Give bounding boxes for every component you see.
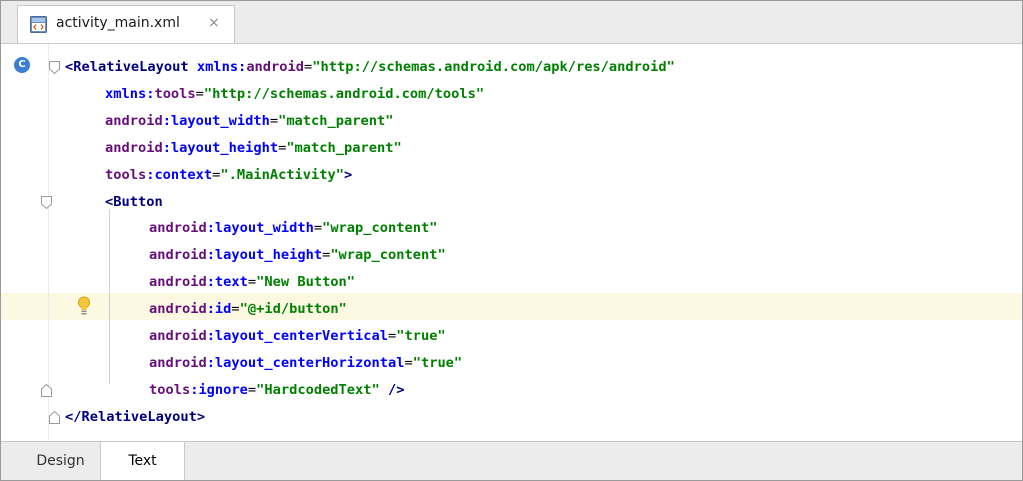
code-token: tools [105,166,147,183]
editor-window: activity_main.xml × C <RelativeLayout xm… [0,0,1023,481]
code-token: "wrap_content" [330,247,446,264]
code-line: xmlns:tools="http://schemas.android.com/… [105,81,484,108]
file-tab[interactable]: activity_main.xml × [17,5,235,43]
code-line: android:layout_centerVertical="true" [149,323,446,350]
code-token: "true" [396,328,446,344]
code-token: android [246,59,304,75]
code-token: android [149,274,207,291]
code-token: = [387,328,397,344]
code-token: "New Button" [256,274,356,291]
code-line: android:layout_width="wrap_content" [149,215,437,242]
code-token: :text [206,274,248,291]
code-line: android:layout_centerHorizontal="true" [149,350,462,377]
tab-design[interactable]: Design [21,442,101,480]
file-tab-label: activity_main.xml [56,15,180,31]
code-token: :layout_centerHorizontal [206,354,405,371]
code-line: android:layout_height="wrap_content" [149,242,446,269]
code-token: > [196,408,206,425]
code-token: tools [149,381,191,398]
code-token: "wrap_content" [322,220,438,237]
code-line: tools:context=".MainActivity"> [105,162,352,189]
code-token: /> [379,381,405,398]
code-token: < [65,59,74,75]
gutter-separator [48,44,49,440]
code-token: android [149,220,207,237]
code-line: android:layout_width="match_parent" [105,108,393,135]
code-token: = [404,354,413,371]
code-token: android [149,354,207,371]
code-token: :layout_height [206,247,323,264]
code-token: ".MainActivity" [220,166,344,183]
fold-guide-line [109,209,110,384]
code-token: android [105,112,163,129]
code-token: :layout_width [162,112,270,129]
code-token: :id [206,301,232,318]
code-token: xmlns: [105,85,155,102]
code-token: "HardcodedText" [256,381,380,398]
code-token: "http://schemas.android.com/apk/res/andr… [312,59,675,75]
editor-tab-bar: activity_main.xml × [1,1,1022,44]
code-token: tools [154,85,196,102]
fold-open-icon[interactable] [41,195,52,209]
code-editor[interactable]: C <RelativeLayout xmlns:android="http://… [1,44,1022,440]
code-token: "@+id/button" [239,301,347,318]
fold-close-icon[interactable] [49,410,60,424]
code-token: xmlns: [196,59,247,75]
fold-close-icon[interactable] [41,383,52,397]
code-token: "http://schemas.android.com/tools" [203,85,485,102]
close-tab-icon[interactable]: × [208,15,220,31]
code-line: android:layout_height="match_parent" [105,135,402,162]
code-token: RelativeLayout [73,59,197,75]
code-token: = [269,112,279,129]
code-token: Button [113,193,163,210]
code-token: :ignore [190,381,248,398]
code-token: = [195,85,204,102]
code-token: "match_parent" [286,139,402,156]
code-line: android:id="@+id/button" [149,296,347,323]
code-token: "true" [412,354,463,371]
tab-text[interactable]: Text [101,442,185,480]
code-line: </RelativeLayout> [65,404,205,431]
code-token: "match_parent" [278,112,394,129]
code-token: = [231,301,240,318]
code-token: :layout_centerVertical [206,328,388,344]
code-line: <Button [105,189,163,216]
code-token: = [247,274,257,291]
code-token: :layout_width [206,220,314,237]
xml-layout-file-icon [30,16,47,33]
code-token: = [313,220,323,237]
code-token: = [304,59,313,75]
code-token: > [344,166,353,183]
fold-open-icon[interactable] [49,61,60,74]
class-gutter-icon[interactable]: C [14,57,30,73]
code-token: RelativeLayout [81,408,197,425]
code-token: android [149,301,207,318]
code-line: <RelativeLayout xmlns:android="http://sc… [65,54,675,81]
code-token: android [149,328,207,344]
editor-mode-tabs: Design Text [1,441,1022,480]
code-token: < [105,193,114,210]
code-line: android:text="New Button" [149,269,355,296]
code-token: android [149,247,207,264]
code-token: </ [65,408,82,425]
code-token: :context [146,166,213,183]
lightbulb-icon[interactable] [77,296,91,316]
code-line: tools:ignore="HardcodedText" /> [149,377,404,404]
code-token: :layout_height [162,139,279,156]
code-token: android [105,139,163,156]
code-token: = [247,381,257,398]
